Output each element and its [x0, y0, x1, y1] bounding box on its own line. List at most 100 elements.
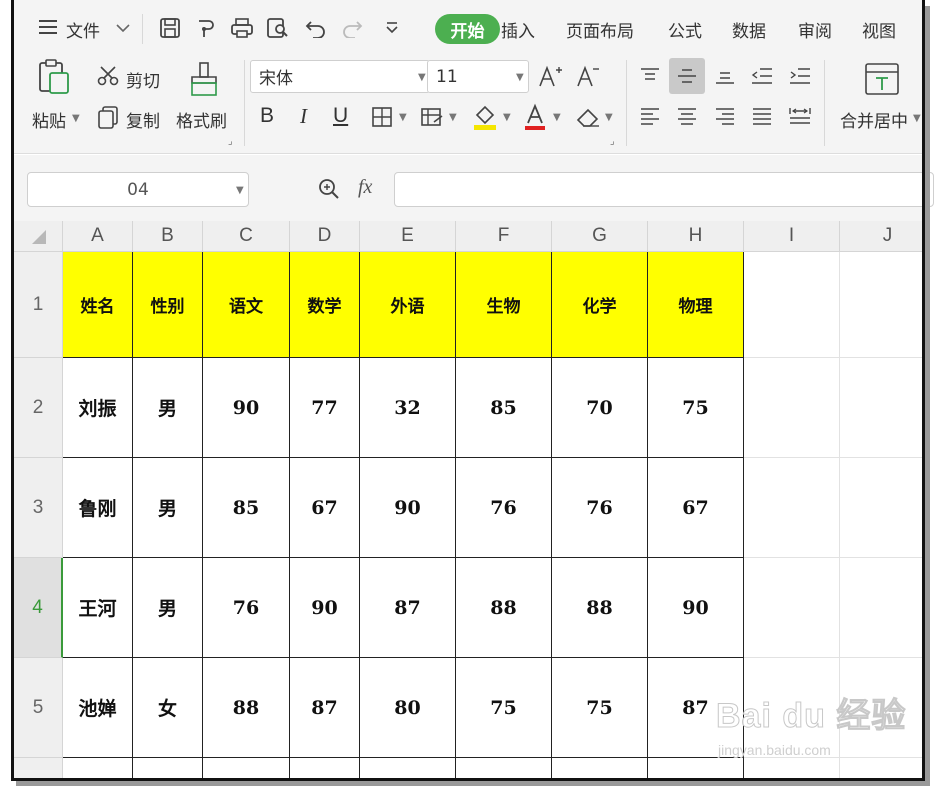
align-center-icon[interactable]	[672, 100, 702, 132]
chevron-down-icon[interactable]	[114, 18, 132, 38]
table-header-cell[interactable]: 生物	[456, 252, 552, 358]
table-cell[interactable]: 85	[203, 458, 290, 558]
zoom-search-icon[interactable]	[314, 173, 344, 205]
align-bottom-icon[interactable]	[710, 60, 740, 92]
empty-cell[interactable]	[744, 252, 840, 358]
table-cell[interactable]	[456, 758, 552, 781]
empty-cell[interactable]	[840, 252, 922, 358]
table-header-cell[interactable]: 外语	[360, 252, 456, 358]
table-cell[interactable]: 男	[133, 458, 203, 558]
table-cell[interactable]: 76	[552, 458, 648, 558]
table-cell[interactable]: 88	[552, 558, 648, 658]
file-menu[interactable]: 文件	[66, 17, 100, 42]
align-left-icon[interactable]	[635, 100, 665, 132]
merge-center-icon[interactable]	[862, 60, 902, 98]
table-cell[interactable]	[290, 758, 360, 781]
column-header[interactable]: G	[552, 221, 648, 252]
table-cell[interactable]: 76	[203, 558, 290, 658]
table-cell[interactable]: 85	[456, 358, 552, 458]
table-cell[interactable]: 87	[360, 558, 456, 658]
undo-icon[interactable]	[303, 14, 329, 42]
table-cell[interactable]: 87	[290, 658, 360, 758]
border-icon[interactable]	[369, 104, 395, 130]
table-cell[interactable]: 75	[456, 658, 552, 758]
cut-icon[interactable]	[96, 64, 120, 88]
row-header-active[interactable]: 4	[14, 558, 63, 658]
cell-style-dropdown-icon[interactable]: ▼	[449, 112, 457, 123]
row-header[interactable]: 3	[14, 458, 63, 558]
row-header[interactable]: 2	[14, 358, 63, 458]
table-cell[interactable]	[360, 758, 456, 781]
eraser-dropdown-icon[interactable]: ▼	[605, 112, 613, 123]
increase-font-icon[interactable]	[536, 62, 564, 92]
table-cell[interactable]: 88	[203, 658, 290, 758]
tab-page-layout[interactable]: 页面布局	[566, 17, 634, 42]
tab-review[interactable]: 审阅	[798, 17, 832, 42]
empty-cell[interactable]	[744, 358, 840, 458]
row-header[interactable]: 1	[14, 252, 63, 358]
save-icon[interactable]	[157, 14, 183, 42]
table-cell[interactable]: 90	[290, 558, 360, 658]
distributed-align-icon[interactable]	[785, 100, 815, 132]
table-header-cell[interactable]: 语文	[203, 252, 290, 358]
font-name-select[interactable]: 宋体	[250, 60, 430, 93]
table-cell[interactable]: 88	[456, 558, 552, 658]
table-cell[interactable]: 70	[552, 358, 648, 458]
fill-color-icon[interactable]	[471, 102, 499, 132]
justify-icon[interactable]	[747, 100, 777, 132]
table-header-cell[interactable]: 化学	[552, 252, 648, 358]
table-cell[interactable]: 王河	[63, 558, 133, 658]
paste-icon[interactable]	[34, 58, 74, 98]
increase-indent-icon[interactable]	[785, 60, 815, 92]
table-cell[interactable]: 75	[552, 658, 648, 758]
column-header[interactable]: A	[63, 221, 133, 252]
align-right-icon[interactable]	[710, 100, 740, 132]
merge-center-button[interactable]: 合并居中	[840, 107, 908, 132]
decrease-font-icon[interactable]	[574, 62, 602, 92]
table-cell[interactable]: 76	[456, 458, 552, 558]
table-cell[interactable]: 80	[360, 658, 456, 758]
font-color-dropdown-icon[interactable]: ▼	[553, 112, 561, 123]
font-launcher-icon[interactable]: ⌟	[610, 136, 615, 147]
border-dropdown-icon[interactable]: ▼	[399, 112, 407, 123]
formula-input[interactable]	[394, 172, 934, 207]
column-header[interactable]: H	[648, 221, 744, 252]
table-cell[interactable]: 77	[290, 358, 360, 458]
align-middle-icon[interactable]	[669, 58, 705, 94]
row-header[interactable]: 5	[14, 658, 63, 758]
table-cell[interactable]: 90	[648, 558, 744, 658]
format-painter-button[interactable]: 格式刷	[176, 107, 227, 132]
italic-button[interactable]: I	[300, 104, 307, 129]
table-cell[interactable]	[133, 758, 203, 781]
column-header[interactable]: J	[840, 221, 922, 252]
tab-data[interactable]: 数据	[732, 17, 766, 42]
table-cell[interactable]: 90	[203, 358, 290, 458]
table-cell[interactable]: 67	[290, 458, 360, 558]
row-header[interactable]	[14, 758, 63, 781]
column-header[interactable]: B	[133, 221, 203, 252]
customize-icon[interactable]	[382, 16, 402, 40]
table-header-cell[interactable]: 物理	[648, 252, 744, 358]
tab-home[interactable]: 开始	[435, 14, 500, 44]
font-size-dropdown-icon[interactable]: ▼	[516, 72, 524, 83]
eraser-icon[interactable]	[574, 104, 602, 130]
table-header-cell[interactable]: 数学	[290, 252, 360, 358]
fill-color-dropdown-icon[interactable]: ▼	[503, 112, 511, 123]
table-cell[interactable]: 男	[133, 558, 203, 658]
fx-icon[interactable]: fx	[358, 176, 372, 199]
table-cell[interactable]: 男	[133, 358, 203, 458]
table-cell[interactable]: 女	[133, 658, 203, 758]
copy-button[interactable]: 复制	[126, 107, 160, 132]
empty-cell[interactable]	[840, 458, 922, 558]
tab-view[interactable]: 视图	[862, 17, 896, 42]
hamburger-icon[interactable]	[36, 14, 60, 40]
name-box[interactable]: 04	[27, 172, 249, 207]
select-all-corner[interactable]	[14, 221, 63, 252]
paint-icon[interactable]	[193, 14, 219, 42]
paste-button[interactable]: 粘贴	[32, 107, 66, 132]
font-size-select[interactable]: 11	[427, 60, 529, 93]
paste-dropdown-icon[interactable]: ▼	[72, 113, 80, 124]
copy-icon[interactable]	[96, 104, 120, 130]
empty-cell[interactable]	[744, 558, 840, 658]
table-cell[interactable]	[552, 758, 648, 781]
